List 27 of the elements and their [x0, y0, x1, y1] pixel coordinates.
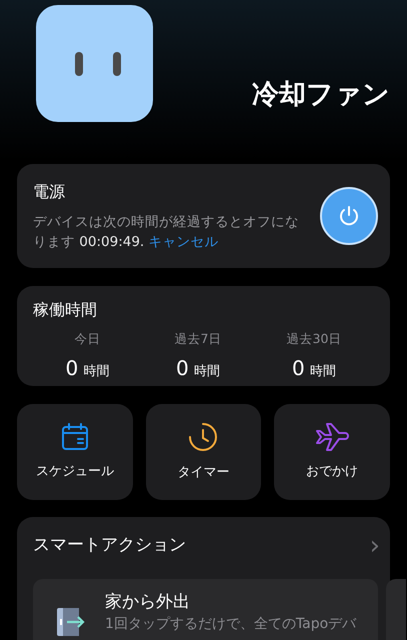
shortcut-tile[interactable]: おでかけ — [274, 404, 390, 500]
power-icon — [338, 205, 360, 227]
door-exit-icon — [55, 607, 85, 637]
section-title: スマートアクション — [33, 534, 186, 558]
runtime-unit: 時間 — [194, 364, 220, 379]
cancel-link[interactable]: キャンセル — [148, 234, 219, 250]
airplane-icon — [314, 422, 350, 452]
calendar-icon — [60, 422, 90, 452]
period-label: 過去30日 — [286, 330, 342, 348]
runtime-value: 0 — [292, 356, 305, 380]
runtime-unit: 時間 — [83, 364, 110, 379]
shortcut-tile[interactable]: タイマー — [146, 404, 262, 500]
shortcut-tile[interactable]: スケジュール — [17, 404, 133, 500]
action-title: 家から外出 — [105, 591, 191, 613]
runtime-value: 0 — [176, 356, 189, 380]
runtime-unit: 時間 — [310, 364, 336, 379]
clock-icon — [187, 421, 220, 454]
period-label: 過去7日 — [174, 330, 222, 348]
device-name: 冷却ファン — [252, 78, 390, 112]
runtime-value: 0 — [66, 356, 78, 380]
device-icon — [36, 5, 153, 122]
period-label: 今日 — [73, 330, 102, 348]
action-description: 1回タップするだけで、全てのTapoデバ — [105, 616, 356, 633]
timer-message: デバイスは次の時間が経過するとオフになります 00:09:49. キャンセル — [33, 213, 300, 252]
power-title: 電源 — [33, 181, 66, 203]
runtime-title: 稼働時間 — [33, 299, 98, 321]
action-card[interactable]: 家から外出 1回タップするだけで、全てのTapoデバ — [33, 579, 378, 640]
